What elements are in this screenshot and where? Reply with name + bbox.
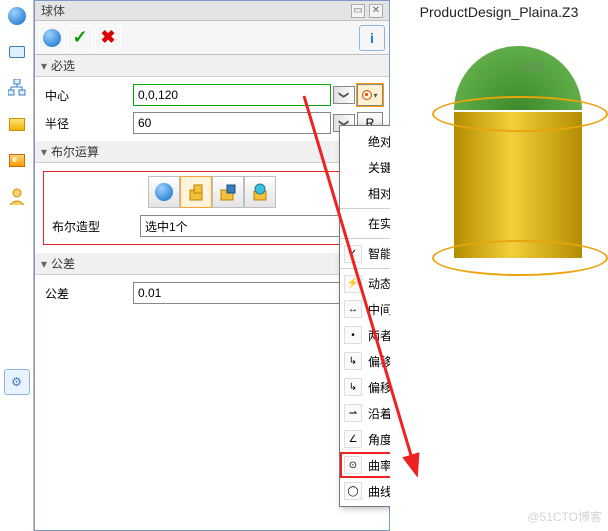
viewport[interactable]: ProductDesign_Plaina.Z3 ↙60 (390, 0, 608, 531)
ls-settings-icon[interactable]: ⚙ (4, 369, 30, 395)
menu-item-label: 绝对 (368, 133, 392, 150)
bool-add-icon[interactable] (180, 176, 212, 208)
left-tool-strip: ⚙ (0, 0, 34, 531)
menu-item-icon: ∠ (344, 430, 362, 448)
menu-item-icon (344, 158, 362, 176)
preview-ring-top (432, 96, 608, 132)
menu-item-icon: ◯ (344, 482, 362, 500)
menu-item-label: 角度 (368, 431, 392, 448)
caret-down-icon: ▾ (41, 145, 47, 159)
menu-item-label: 偏移 (368, 353, 392, 370)
watermark: @51CTO博客 (527, 508, 602, 525)
section-tolerance[interactable]: ▾公差 (35, 253, 389, 275)
bool-subtract-icon[interactable] (212, 176, 244, 208)
panel-title-bar: 球体 ▭ ✕ (35, 1, 389, 21)
tolerance-label: 公差 (41, 285, 129, 302)
center-label: 中心 (41, 87, 129, 104)
bool-shape-input[interactable] (140, 215, 354, 237)
radius-label: 半径 (41, 115, 129, 132)
action-bar: ✓ ✖ i (35, 21, 389, 55)
center-expand-button[interactable]: ❯ (333, 86, 355, 104)
menu-item-icon: ⇀ (344, 404, 362, 422)
target-icon (362, 90, 372, 100)
menu-item-icon: ⚡ (344, 275, 362, 293)
radius-dimension: ↙60 (520, 60, 543, 74)
menu-item-icon: • (344, 326, 362, 344)
ls-tree-icon[interactable] (4, 75, 30, 101)
center-input[interactable] (133, 84, 331, 106)
ls-user-icon[interactable] (4, 183, 30, 209)
bool-base-icon[interactable] (148, 176, 180, 208)
cancel-button[interactable]: ✖ (95, 25, 121, 51)
ls-topo-icon[interactable] (4, 39, 30, 65)
boolean-mode-group (48, 176, 376, 208)
menu-item-icon: ↔ (344, 300, 362, 318)
menu-item-icon: ⊙ (344, 456, 362, 474)
radius-input[interactable] (133, 112, 331, 134)
document-name: ProductDesign_Plaina.Z3 (390, 0, 608, 24)
ls-sphere-icon[interactable] (4, 3, 30, 29)
boolean-highlight-box: 布尔造型 ❯ (43, 171, 381, 245)
bool-shape-label: 布尔造型 (48, 218, 136, 235)
ok-button[interactable]: ✓ (67, 25, 93, 51)
panel-close-icon[interactable]: ✕ (369, 4, 383, 18)
preview-cylinder (454, 112, 582, 258)
panel-collapse-icon[interactable]: ▭ (351, 4, 365, 18)
menu-item-icon: ↳ (344, 352, 362, 370)
panel-title: 球体 (41, 2, 65, 19)
center-pick-button[interactable]: ▾ (357, 84, 383, 106)
property-panel: 球体 ▭ ✕ ✓ ✖ i ▾必选 中心 ❯ ▾ 半径 ❯ R ▾布尔运算 (34, 0, 390, 531)
menu-item-label: 相对 (368, 185, 392, 202)
menu-item-icon (344, 215, 362, 233)
menu-item-label: 中间 (368, 301, 392, 318)
ls-box-icon[interactable] (4, 111, 30, 137)
menu-item-icon: ↳ (344, 378, 362, 396)
sphere-type-button[interactable] (39, 25, 65, 51)
menu-item-icon (344, 132, 362, 150)
ls-image-icon[interactable] (4, 147, 30, 173)
section-required[interactable]: ▾必选 (35, 55, 389, 77)
caret-down-icon: ▾ (41, 59, 47, 73)
menu-item-icon: ✓ (344, 245, 362, 263)
preview-ring-bottom (432, 240, 608, 276)
caret-down-icon: ▾ (41, 257, 47, 271)
model-preview: ↙60 (390, 24, 608, 284)
section-boolean[interactable]: ▾布尔运算 (35, 141, 389, 163)
menu-item-label: 沿着 (368, 405, 392, 422)
info-button[interactable]: i (359, 25, 385, 51)
menu-item-icon (344, 184, 362, 202)
bool-intersect-icon[interactable] (244, 176, 276, 208)
